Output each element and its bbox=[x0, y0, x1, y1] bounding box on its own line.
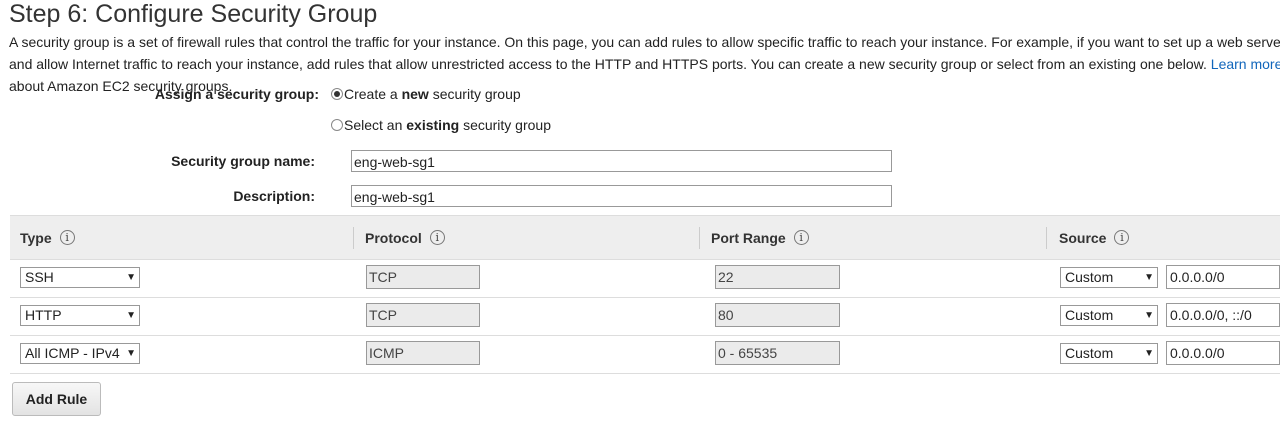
chevron-down-icon: ▼ bbox=[124, 306, 136, 325]
column-divider bbox=[353, 227, 354, 249]
radio-create-bold: new bbox=[401, 86, 429, 102]
source-type-value: Custom bbox=[1065, 345, 1114, 361]
info-icon[interactable]: i bbox=[1114, 230, 1130, 245]
table-row: SSH ▼ TCP 22 Custom ▼ 0.0.0.0/0 bbox=[10, 260, 1280, 298]
type-select[interactable]: All ICMP - IPv4 ▼ bbox=[20, 343, 140, 364]
port-range-field: 80 bbox=[715, 303, 840, 327]
source-cidr-input[interactable]: 0.0.0.0/0, ::/0 bbox=[1166, 303, 1280, 327]
column-divider bbox=[699, 227, 700, 249]
rules-table-header: Type i Protocol i Port Range i Source i bbox=[10, 215, 1280, 260]
header-source: Source i bbox=[1059, 216, 1130, 259]
radio-select-existing[interactable]: Select an existing security group bbox=[331, 117, 551, 133]
source-type-value: Custom bbox=[1065, 269, 1114, 285]
header-port-range: Port Range i bbox=[711, 216, 809, 259]
security-group-name-input[interactable]: eng-web-sg1 bbox=[351, 150, 892, 172]
type-select[interactable]: HTTP ▼ bbox=[20, 305, 140, 326]
radio-select-bold: existing bbox=[406, 117, 460, 133]
chevron-down-icon: ▼ bbox=[1142, 344, 1154, 363]
header-port-range-label: Port Range bbox=[711, 229, 786, 246]
radio-select-text-end: security group bbox=[463, 117, 551, 133]
header-type-label: Type bbox=[20, 229, 52, 246]
source-type-select[interactable]: Custom ▼ bbox=[1060, 343, 1158, 364]
header-source-label: Source bbox=[1059, 229, 1107, 246]
type-value: All ICMP - IPv4 bbox=[25, 345, 120, 361]
info-icon[interactable]: i bbox=[429, 230, 445, 245]
radio-icon[interactable] bbox=[331, 88, 343, 100]
radio-icon[interactable] bbox=[331, 119, 343, 131]
type-value: SSH bbox=[25, 269, 54, 285]
source-type-select[interactable]: Custom ▼ bbox=[1060, 305, 1158, 326]
port-range-field: 0 - 65535 bbox=[715, 341, 840, 365]
chevron-down-icon: ▼ bbox=[124, 268, 136, 287]
security-group-name-label: Security group name: bbox=[171, 153, 315, 169]
assign-security-group-label: Assign a security group: bbox=[154, 86, 319, 102]
page-title: Step 6: Configure Security Group bbox=[9, 0, 378, 28]
chevron-down-icon: ▼ bbox=[124, 344, 136, 363]
radio-create-new[interactable]: Create a new security group bbox=[331, 86, 521, 102]
description-input[interactable]: eng-web-sg1 bbox=[351, 185, 892, 207]
description-text: A security group is a set of firewall ru… bbox=[9, 34, 1280, 72]
chevron-down-icon: ▼ bbox=[1142, 306, 1154, 325]
add-rule-button[interactable]: Add Rule bbox=[12, 382, 101, 416]
header-protocol-label: Protocol bbox=[365, 229, 422, 246]
radio-create-text: Create a bbox=[344, 86, 398, 102]
learn-more-link[interactable]: Learn more bbox=[1211, 56, 1280, 72]
radio-create-text-end: security group bbox=[432, 86, 521, 102]
source-cidr-input[interactable]: 0.0.0.0/0 bbox=[1166, 341, 1280, 365]
protocol-field: TCP bbox=[366, 303, 480, 327]
source-type-value: Custom bbox=[1065, 307, 1114, 323]
header-type: Type i bbox=[20, 216, 75, 259]
column-divider bbox=[1046, 227, 1047, 249]
header-protocol: Protocol i bbox=[365, 216, 445, 259]
source-type-select[interactable]: Custom ▼ bbox=[1060, 267, 1158, 288]
port-range-field: 22 bbox=[715, 265, 840, 289]
type-select[interactable]: SSH ▼ bbox=[20, 267, 140, 288]
table-row: HTTP ▼ TCP 80 Custom ▼ 0.0.0.0/0, ::/0 bbox=[10, 298, 1280, 336]
source-cidr-input[interactable]: 0.0.0.0/0 bbox=[1166, 265, 1280, 289]
table-row: All ICMP - IPv4 ▼ ICMP 0 - 65535 Custom ▼ … bbox=[10, 336, 1280, 374]
description-label: Description: bbox=[233, 188, 315, 204]
protocol-field: ICMP bbox=[366, 341, 480, 365]
info-icon[interactable]: i bbox=[59, 230, 75, 245]
chevron-down-icon: ▼ bbox=[1142, 268, 1154, 287]
info-icon[interactable]: i bbox=[793, 230, 809, 245]
type-value: HTTP bbox=[25, 307, 62, 323]
radio-select-text: Select an bbox=[344, 117, 403, 133]
protocol-field: TCP bbox=[366, 265, 480, 289]
